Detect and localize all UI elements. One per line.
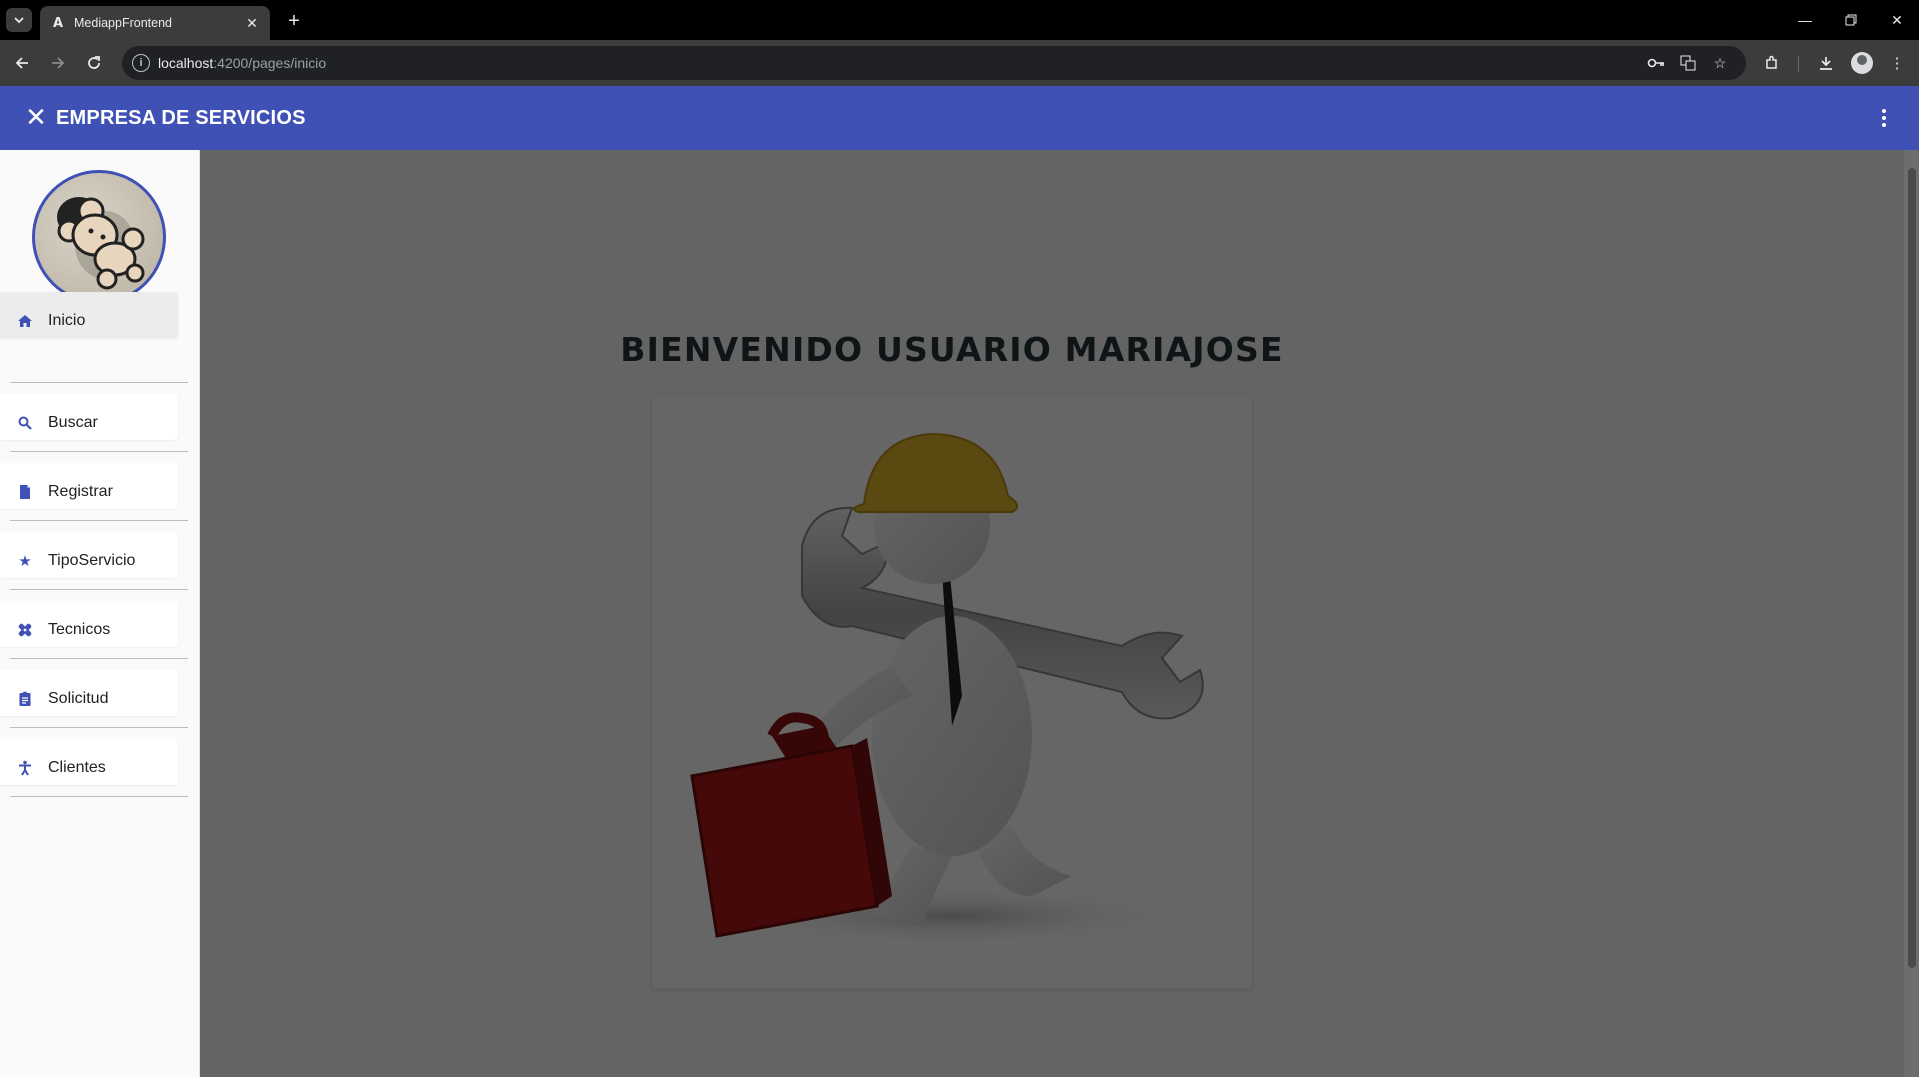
- toolbar-separator: [1798, 56, 1799, 72]
- divider: [10, 589, 188, 590]
- star-icon: ★: [18, 552, 32, 570]
- address-bar[interactable]: i localhost:4200/pages/inicio ☆: [122, 46, 1746, 80]
- sidebar-item-solicitud[interactable]: Solicitud: [0, 670, 178, 716]
- sidebar-item-label: Buscar: [48, 414, 98, 431]
- sidebar-item-label: Tecnicos: [48, 621, 111, 638]
- url-host: localhost: [158, 55, 214, 71]
- sidebar-item-registrar[interactable]: Registrar: [0, 463, 178, 509]
- chevron-down-icon: [14, 17, 24, 24]
- browser-tab[interactable]: A MediappFrontend ✕: [40, 6, 270, 40]
- url-path: :4200/pages/inicio: [213, 55, 327, 71]
- back-button[interactable]: [10, 51, 34, 75]
- page-scrollbar[interactable]: [1904, 150, 1919, 1077]
- profile-avatar[interactable]: [1851, 52, 1873, 74]
- forward-button[interactable]: [46, 51, 70, 75]
- reload-icon: [88, 56, 100, 69]
- angular-favicon-icon: A: [52, 15, 64, 31]
- reload-button[interactable]: [82, 51, 106, 75]
- user-avatar: [32, 170, 166, 304]
- site-info-icon[interactable]: i: [132, 54, 150, 72]
- main-content: BIENVENIDO USUARIO MARIAJOSE: [200, 150, 1919, 1077]
- downloads-icon[interactable]: [1815, 52, 1837, 74]
- browser-tabstrip: A MediappFrontend ✕ + — ✕: [0, 0, 1919, 40]
- sidebar-item-buscar[interactable]: Buscar: [0, 394, 178, 440]
- app-toolbar: ✕ EMPRESA DE SERVICIOS: [0, 86, 1919, 150]
- app-title: EMPRESA DE SERVICIOS: [56, 107, 306, 129]
- divider: [10, 727, 188, 728]
- translate-icon[interactable]: [1678, 53, 1698, 73]
- sidebar-item-inicio[interactable]: Inicio: [0, 292, 178, 338]
- arrow-left-icon: [15, 57, 28, 69]
- sidebar-item-label: Inicio: [48, 312, 86, 329]
- sidebar-item-label: Registrar: [48, 483, 113, 500]
- browser-menu-icon[interactable]: ⋮: [1886, 52, 1908, 74]
- divider: [10, 382, 188, 383]
- sidebar-item-clientes[interactable]: Clientes: [0, 739, 178, 785]
- close-tab-icon[interactable]: ✕: [244, 15, 260, 31]
- restore-button[interactable]: [1836, 8, 1866, 32]
- close-sidenav-button[interactable]: ✕: [22, 103, 50, 133]
- app-root: ✕ EMPRESA DE SERVICIOS Inicio Buscar Reg…: [0, 86, 1919, 1077]
- healing-icon: [16, 621, 34, 639]
- more-vert-icon[interactable]: [1872, 106, 1896, 130]
- url-text[interactable]: localhost:4200/pages/inicio: [158, 55, 326, 71]
- welcome-heading: BIENVENIDO USUARIO MARIAJOSE: [620, 330, 1284, 369]
- arrow-right-icon: [52, 57, 65, 69]
- divider: [10, 796, 188, 797]
- bookmark-star-icon[interactable]: ☆: [1710, 53, 1730, 73]
- password-key-icon[interactable]: [1646, 53, 1666, 73]
- accessibility-icon: [16, 759, 34, 777]
- scrollbar-thumb[interactable]: [1908, 168, 1916, 968]
- new-tab-button[interactable]: +: [282, 9, 306, 33]
- close-window-button[interactable]: ✕: [1882, 8, 1912, 32]
- technician-illustration: [690, 432, 1204, 946]
- home-icon: [16, 312, 34, 330]
- tab-search-button[interactable]: [6, 8, 32, 32]
- search-icon: [16, 414, 34, 432]
- teddy-bear-avatar-image: [57, 197, 145, 290]
- sidebar-item-tecnicos[interactable]: Tecnicos: [0, 601, 178, 647]
- restore-icon: [1845, 14, 1857, 26]
- tab-title: MediappFrontend: [74, 16, 172, 30]
- divider: [10, 520, 188, 521]
- document-icon: [16, 483, 34, 501]
- sidebar-item-label: Solicitud: [48, 690, 109, 707]
- divider: [10, 451, 188, 452]
- extensions-icon[interactable]: [1761, 52, 1783, 74]
- sidenav: Inicio Buscar Registrar ★ TipoServicio T…: [0, 150, 200, 1077]
- sidebar-item-label: TipoServicio: [48, 552, 136, 569]
- divider: [10, 658, 188, 659]
- assignment-icon: [16, 690, 34, 708]
- hero-image-card: [652, 396, 1252, 988]
- sidebar-item-label: Clientes: [48, 759, 106, 776]
- minimize-button[interactable]: —: [1790, 8, 1820, 32]
- browser-toolbar: i localhost:4200/pages/inicio ☆ ⋮: [0, 40, 1919, 86]
- sidebar-item-tiposervicio[interactable]: ★ TipoServicio: [0, 532, 178, 578]
